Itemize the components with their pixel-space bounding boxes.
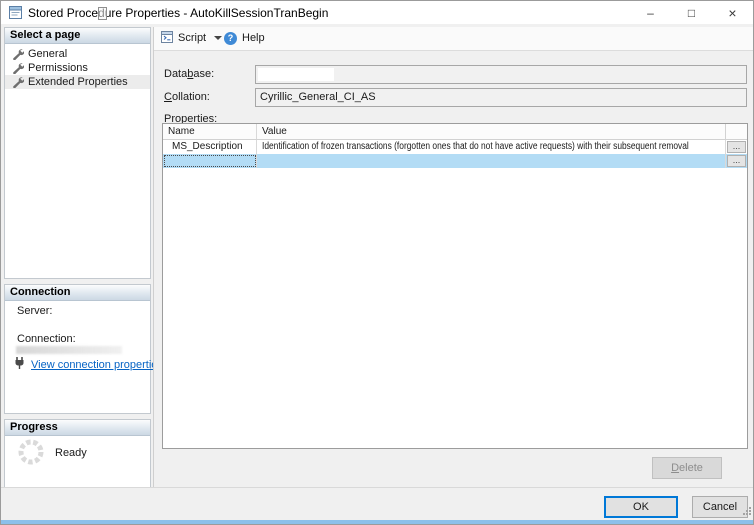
resize-grip[interactable] [741, 505, 751, 518]
title-bar[interactable]: Stored Procedure Properties - AutoKillSe… [1, 1, 753, 24]
properties-grid: Name Value MS_Description Identification… [162, 123, 748, 449]
script-button[interactable]: Script [160, 27, 223, 49]
collation-field: Cyrillic_General_CI_AS [255, 88, 747, 107]
redacted-connection-value [16, 346, 122, 354]
connection-panel: Connection Server: Connection: View conn… [4, 284, 163, 414]
progress-panel: Progress Ready [4, 419, 151, 488]
cursor-artifact [98, 7, 107, 20]
connection-header: Connection [5, 285, 150, 301]
table-row[interactable]: MS_Description Identification of frozen … [163, 140, 747, 154]
grid-cell-name[interactable] [163, 154, 257, 168]
close-icon: × [728, 4, 737, 21]
server-label: Server: [17, 305, 53, 317]
table-row-selected[interactable]: ... [163, 154, 747, 168]
connection-properties-icon [13, 356, 27, 373]
connection-label: Connection: [17, 333, 76, 345]
help-button[interactable]: ? Help [224, 27, 265, 49]
close-button[interactable]: × [712, 1, 753, 24]
collation-label: Collation: [164, 91, 210, 103]
grid-header-button-col [725, 124, 747, 139]
script-button-label: Script [178, 32, 207, 44]
toolbar: Script ? Help [154, 27, 753, 51]
grid-cell-button: ... [725, 154, 747, 168]
main-panel: Script ? Help Database: Collation: Cyril… [153, 27, 753, 487]
sidebar-item-general[interactable]: General [5, 47, 150, 61]
ellipsis-button[interactable]: ... [727, 141, 746, 153]
grid-header-value: Value [262, 126, 287, 137]
maximize-icon: □ [687, 5, 696, 20]
grid-header-row: Name Value [163, 124, 747, 140]
grid-cell-name[interactable]: MS_Description [163, 140, 257, 154]
ellipsis-button[interactable]: ... [727, 155, 746, 167]
grid-cell-value[interactable] [257, 154, 725, 168]
script-icon [160, 30, 174, 47]
sidebar-item-label: Permissions [28, 62, 88, 74]
footer-divider [1, 487, 753, 488]
chevron-down-icon[interactable] [214, 36, 223, 40]
redaction-patch [258, 68, 334, 81]
progress-spinner-icon [17, 438, 45, 469]
minimize-icon: – [647, 5, 654, 20]
database-field [255, 65, 747, 84]
collation-value: Cyrillic_General_CI_AS [260, 91, 376, 103]
sidebar-item-extended-properties[interactable]: Extended Properties [5, 75, 150, 89]
wrench-icon [12, 76, 25, 92]
dialog-window: Stored Procedure Properties - AutoKillSe… [0, 0, 754, 525]
grid-cell-button: ... [725, 140, 747, 154]
cancel-button[interactable]: Cancel [692, 496, 748, 518]
sidebar-item-label: Extended Properties [28, 76, 128, 88]
window-bottom-edge [1, 520, 753, 524]
database-label: Database: [164, 68, 215, 80]
select-page-header: Select a page [5, 28, 150, 44]
maximize-button[interactable]: □ [671, 1, 712, 24]
minimize-button[interactable]: – [630, 1, 671, 24]
sidebar-item-label: General [28, 48, 68, 60]
ok-button[interactable]: OK [604, 496, 678, 518]
progress-header: Progress [5, 420, 150, 436]
app-icon [9, 6, 22, 19]
grid-header-name: Name [163, 124, 257, 139]
progress-status: Ready [55, 447, 87, 459]
window-title: Stored Procedure Properties - AutoKillSe… [28, 6, 329, 20]
select-page-panel: Select a page General Permissions Extend… [4, 27, 151, 279]
help-icon: ? [224, 31, 237, 45]
sidebar-item-permissions[interactable]: Permissions [5, 61, 150, 75]
view-connection-properties-link[interactable]: View connection properties [31, 359, 163, 371]
grid-cell-value[interactable]: Identification of frozen transactions (f… [257, 140, 725, 154]
delete-button: Delete [652, 457, 722, 479]
help-button-label: Help [242, 32, 265, 44]
